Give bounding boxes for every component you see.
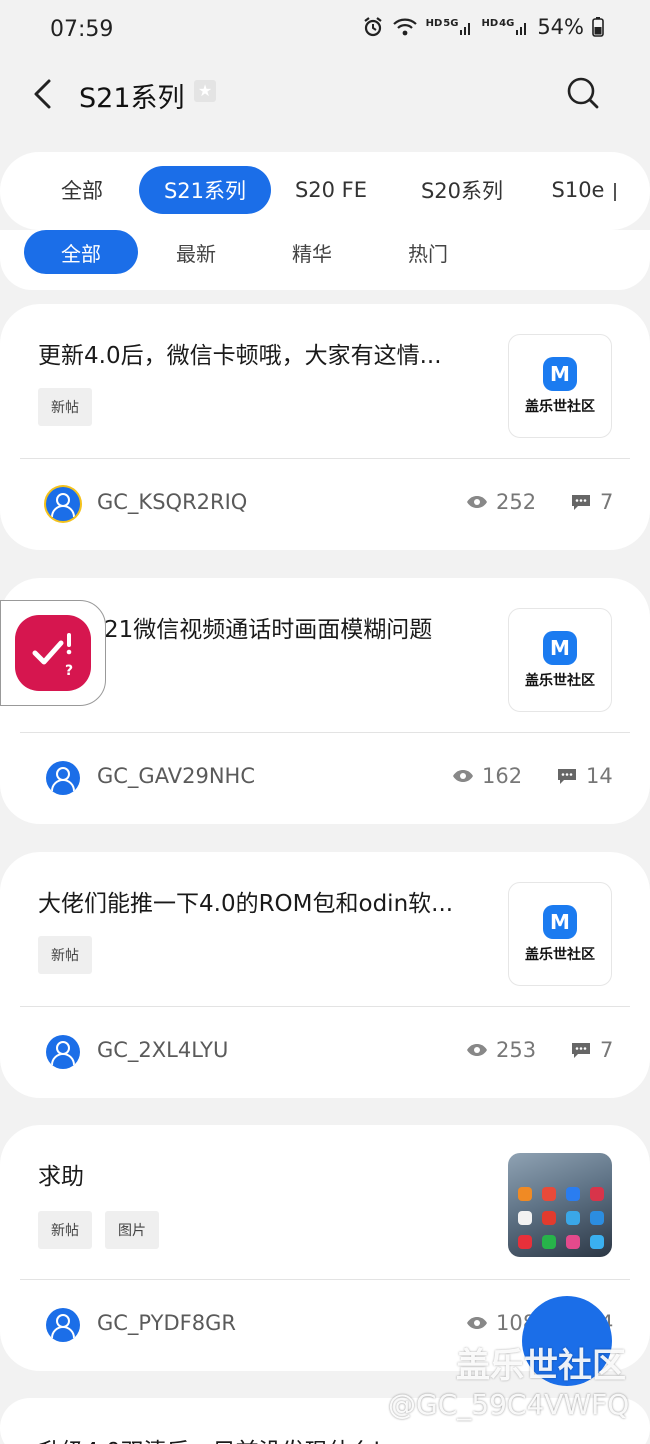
checklist-question-icon: ? [15, 615, 91, 691]
author-name[interactable]: GC_PYDF8GR [97, 1311, 236, 1335]
post-card[interactable]: 大佬们能推一下4.0的ROM包和odin软... 新帖 M 盖乐世社区 GC_2… [0, 852, 650, 1098]
svg-text:?: ? [65, 663, 73, 679]
battery-icon [592, 17, 604, 37]
category-tabs: 全部 S21系列 S20 FE S20系列 S10e [0, 152, 650, 230]
post-tags: 新帖 图片 [38, 1211, 159, 1249]
comment-count-value: 14 [586, 764, 613, 788]
floating-task-widget[interactable]: ? [0, 600, 106, 706]
card-divider [20, 1279, 630, 1280]
avatar[interactable] [46, 1035, 80, 1069]
wifi-icon [392, 17, 418, 37]
tab-scroll-divider [614, 183, 616, 201]
comment-count-value: 7 [600, 490, 614, 514]
eye-icon [453, 770, 473, 782]
comment-count-value: 7 [600, 1038, 614, 1062]
category-tab-s20[interactable]: S20系列 [408, 166, 516, 214]
watermark-user: @GC_59C4VWFQ [388, 1388, 630, 1421]
comment-count: 14 [556, 764, 613, 788]
battery-percent: 54% [537, 15, 584, 39]
tag-new: 新帖 [38, 1211, 92, 1249]
post-thumbnail[interactable]: M 盖乐世社区 [508, 608, 612, 712]
watermark-brand: 盖乐世社区 [456, 1346, 626, 1386]
tag-new: 新帖 [38, 388, 92, 426]
community-logo-icon: M [543, 904, 577, 939]
card-divider [20, 458, 630, 459]
post-tags: 新帖 [38, 936, 92, 974]
search-button[interactable] [562, 72, 604, 114]
author-name[interactable]: GC_2XL4LYU [97, 1038, 228, 1062]
category-tab-s21[interactable]: S21系列 [139, 166, 271, 214]
status-time: 07:59 [50, 17, 114, 42]
thumbnail-brand-text: 盖乐世社区 [525, 672, 595, 689]
author-name[interactable]: GC_GAV29NHC [97, 764, 255, 788]
thumbnail-brand-text: 盖乐世社区 [525, 398, 595, 415]
view-count: 162 [452, 764, 522, 788]
network-5g-label: 5G [443, 18, 459, 29]
tag-new: 新帖 [38, 936, 92, 974]
page-title: S21系列 [79, 83, 185, 114]
community-logo-icon: M [543, 630, 577, 665]
post-card[interactable]: 更新4.0后，微信卡顿哦，大家有这情... 新帖 M 盖乐世社区 GC_KSQR… [0, 304, 650, 550]
filter-tabs: 全部 最新 精华 热门 [0, 230, 650, 290]
post-title[interactable]: 升级4.0双清后，目前没发现什么bug [38, 1432, 417, 1444]
avatar[interactable] [46, 761, 80, 795]
category-tab-s10e[interactable]: S10e [544, 166, 612, 214]
network-4g-label: 4G [499, 18, 515, 29]
eye-icon [467, 496, 487, 508]
network-hd-label: HD [425, 18, 443, 29]
avatar[interactable] [46, 487, 80, 521]
author-row: GC_KSQR2RIQ 252 7 [0, 484, 650, 524]
comment-icon [572, 495, 590, 510]
post-title[interactable]: 21微信视频通话时画面模糊问题 [104, 610, 484, 644]
eye-icon [467, 1044, 487, 1056]
card-divider [20, 1006, 630, 1007]
filter-tab-latest[interactable]: 最新 [150, 230, 242, 274]
view-count-value: 253 [496, 1038, 537, 1062]
comment-count: 7 [570, 1038, 613, 1062]
post-title[interactable]: 求助 [38, 1157, 490, 1191]
view-count: 252 [466, 490, 536, 514]
filter-tab-hot[interactable]: 热门 [382, 230, 474, 274]
author-row: GC_GAV29NHC 162 14 [0, 758, 650, 798]
alarm-icon [362, 16, 384, 38]
avatar[interactable] [46, 1308, 80, 1342]
category-tab-s20fe[interactable]: S20 FE [282, 166, 380, 214]
category-tab-all[interactable]: 全部 [42, 166, 122, 214]
signal-icon [515, 18, 529, 36]
view-count-value: 252 [496, 490, 537, 514]
card-divider [20, 732, 630, 733]
app-header: S21系列 ★ [0, 62, 650, 124]
network-hd-label: HD [481, 18, 499, 29]
view-count-value: 162 [482, 764, 523, 788]
filter-tab-featured[interactable]: 精华 [266, 230, 358, 274]
post-thumbnail[interactable]: M 盖乐世社区 [508, 334, 612, 438]
view-count: 253 [466, 1038, 536, 1062]
author-name[interactable]: GC_KSQR2RIQ [97, 490, 247, 514]
post-title[interactable]: 更新4.0后，微信卡顿哦，大家有这情... [38, 336, 490, 370]
status-icons: HD 5G HD 4G 54% [362, 15, 604, 39]
post-thumbnail[interactable]: M 盖乐世社区 [508, 882, 612, 986]
post-title[interactable]: 大佬们能推一下4.0的ROM包和odin软... [38, 884, 490, 918]
chevron-left-icon [34, 79, 51, 109]
status-bar: 07:59 HD 5G HD 4G 54% [0, 0, 650, 62]
back-button[interactable] [24, 74, 60, 114]
thumbnail-brand-text: 盖乐世社区 [525, 946, 595, 963]
community-logo-icon: M [543, 356, 577, 391]
eye-icon [467, 1317, 487, 1329]
post-tags: 新帖 [38, 388, 92, 426]
search-icon [567, 77, 599, 109]
filter-tab-all[interactable]: 全部 [24, 230, 138, 274]
comment-count: 7 [570, 490, 613, 514]
comment-icon [558, 769, 576, 784]
post-image-thumbnail[interactable] [508, 1153, 612, 1257]
signal-icon [459, 18, 473, 36]
author-row: GC_2XL4LYU 253 7 [0, 1032, 650, 1072]
tag-image: 图片 [105, 1211, 159, 1249]
comment-icon [572, 1043, 590, 1058]
favorite-star-icon[interactable]: ★ [194, 80, 216, 102]
